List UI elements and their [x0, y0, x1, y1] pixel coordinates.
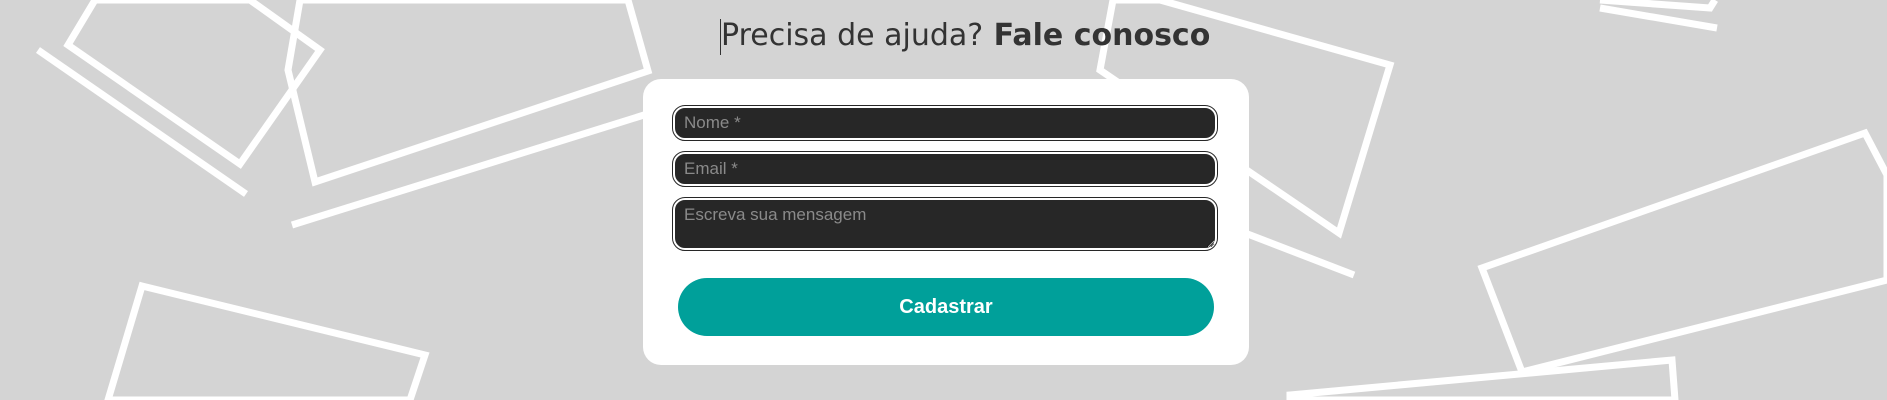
- decor-square-7: [1599, 0, 1718, 12]
- message-textarea[interactable]: [672, 197, 1218, 251]
- decor-line-1: [36, 47, 248, 197]
- decor-line-3: [1243, 229, 1356, 279]
- email-input[interactable]: [672, 151, 1218, 187]
- decor-square-6: [1286, 356, 1679, 400]
- contact-section: Precisa de ajuda? Fale conosco Cadastrar: [0, 0, 1887, 400]
- decor-square-4: [1477, 128, 1887, 377]
- name-input[interactable]: [672, 105, 1218, 141]
- page-title: Precisa de ajuda? Fale conosco: [720, 16, 1210, 56]
- decor-line-4: [1599, 4, 1718, 32]
- decor-square-1: [63, 0, 325, 169]
- contact-form: Cadastrar: [643, 79, 1249, 365]
- title-emphasis: Fale conosco: [993, 18, 1211, 53]
- submit-button[interactable]: Cadastrar: [678, 278, 1214, 336]
- decor-square-5: [104, 281, 430, 400]
- decor-square-2: [284, 0, 653, 187]
- title-prefix: Precisa de ajuda?: [721, 18, 984, 53]
